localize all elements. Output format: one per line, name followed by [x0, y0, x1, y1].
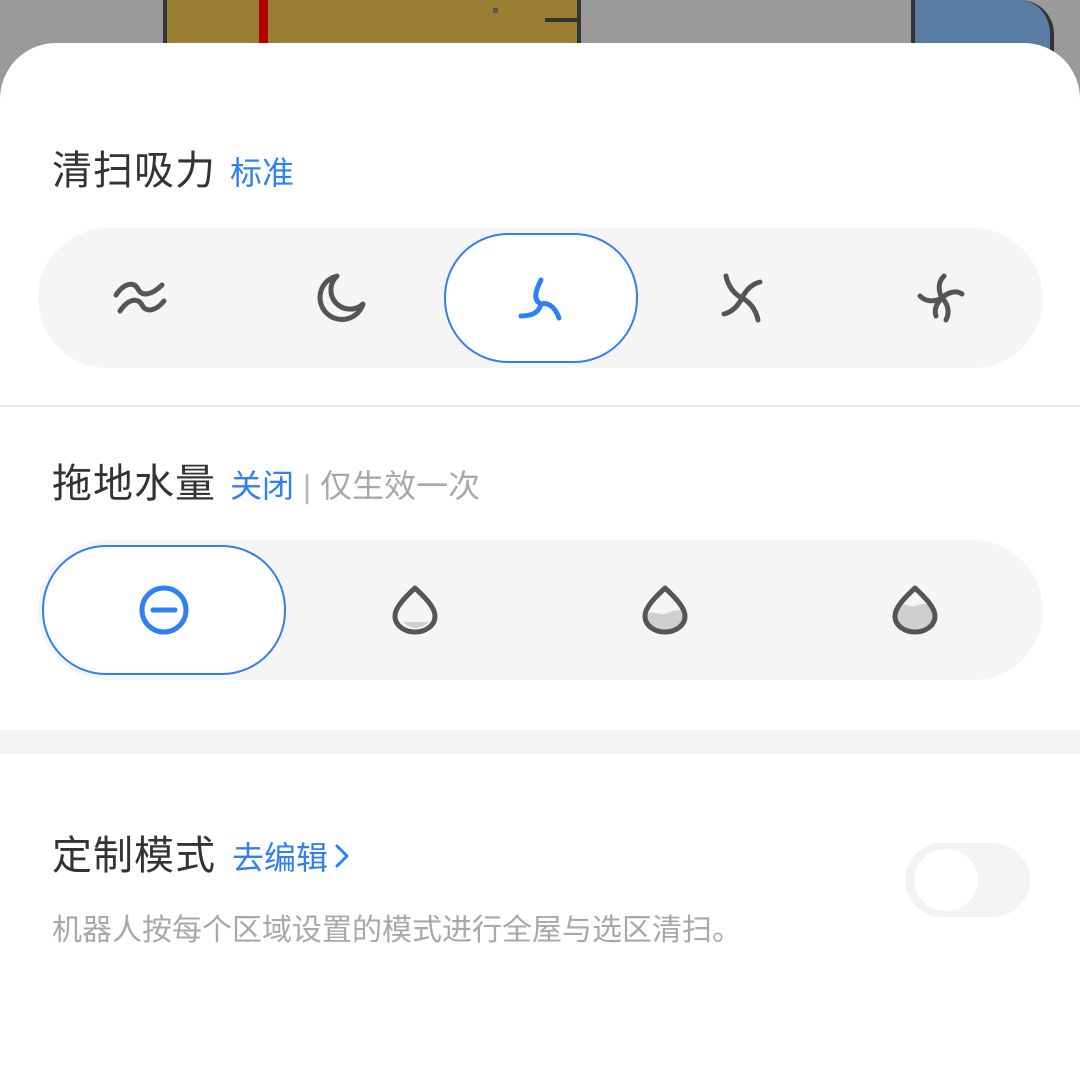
fan-strong-icon [721, 273, 763, 323]
suction-option-quiet[interactable] [38, 228, 241, 368]
suction-option-night[interactable] [241, 228, 441, 368]
water-high-icon [892, 585, 938, 635]
section-spacer [0, 730, 1080, 754]
chevron-right-icon [335, 844, 349, 868]
edit-link-label: 去编辑 [232, 839, 329, 877]
water-separator: | [302, 470, 313, 505]
map-marker [493, 8, 498, 13]
water-selector [38, 540, 1043, 680]
suction-header: 清扫吸力 标准 [52, 138, 294, 196]
suction-title: 清扫吸力 [52, 148, 216, 194]
water-off-icon [139, 585, 189, 635]
water-option-high[interactable] [790, 540, 1040, 680]
water-title: 拖地水量 [52, 461, 216, 507]
water-option-medium[interactable] [540, 540, 790, 680]
fan-standard-icon [518, 277, 562, 321]
water-option-low[interactable] [290, 540, 540, 680]
map-wall [545, 18, 581, 22]
custom-mode-description: 机器人按每个区域设置的模式进行全屋与选区清扫。 [52, 913, 742, 948]
custom-mode-header: 定制模式 去编辑 [52, 823, 350, 881]
toggle-knob [914, 849, 978, 911]
quiet-wave-icon [113, 281, 166, 314]
suction-current-value: 标准 [230, 154, 295, 192]
water-header: 拖地水量 关闭 | 仅生效一次 [52, 451, 480, 509]
cleaning-settings-sheet: 清扫吸力 标准 拖地水量 关闭 | 仅生效一次 定制模式 去编辑 机器人按每个区… [0, 43, 1080, 1077]
suction-option-strong[interactable] [642, 228, 842, 368]
section-divider [0, 405, 1080, 407]
suction-option-standard[interactable] [444, 228, 638, 368]
custom-mode-title: 定制模式 [52, 833, 216, 879]
suction-selector [38, 228, 1043, 368]
water-option-off[interactable] [42, 540, 286, 680]
water-low-icon [392, 585, 438, 635]
water-current-value: 关闭 [230, 467, 295, 505]
moon-icon [317, 273, 366, 322]
edit-custom-mode-link[interactable]: 去编辑 [232, 833, 350, 879]
custom-mode-toggle[interactable] [905, 843, 1030, 917]
fan-max-icon [917, 273, 965, 323]
water-note: 仅生效一次 [320, 467, 481, 505]
water-medium-icon [642, 585, 688, 635]
suction-option-max[interactable] [842, 228, 1042, 368]
